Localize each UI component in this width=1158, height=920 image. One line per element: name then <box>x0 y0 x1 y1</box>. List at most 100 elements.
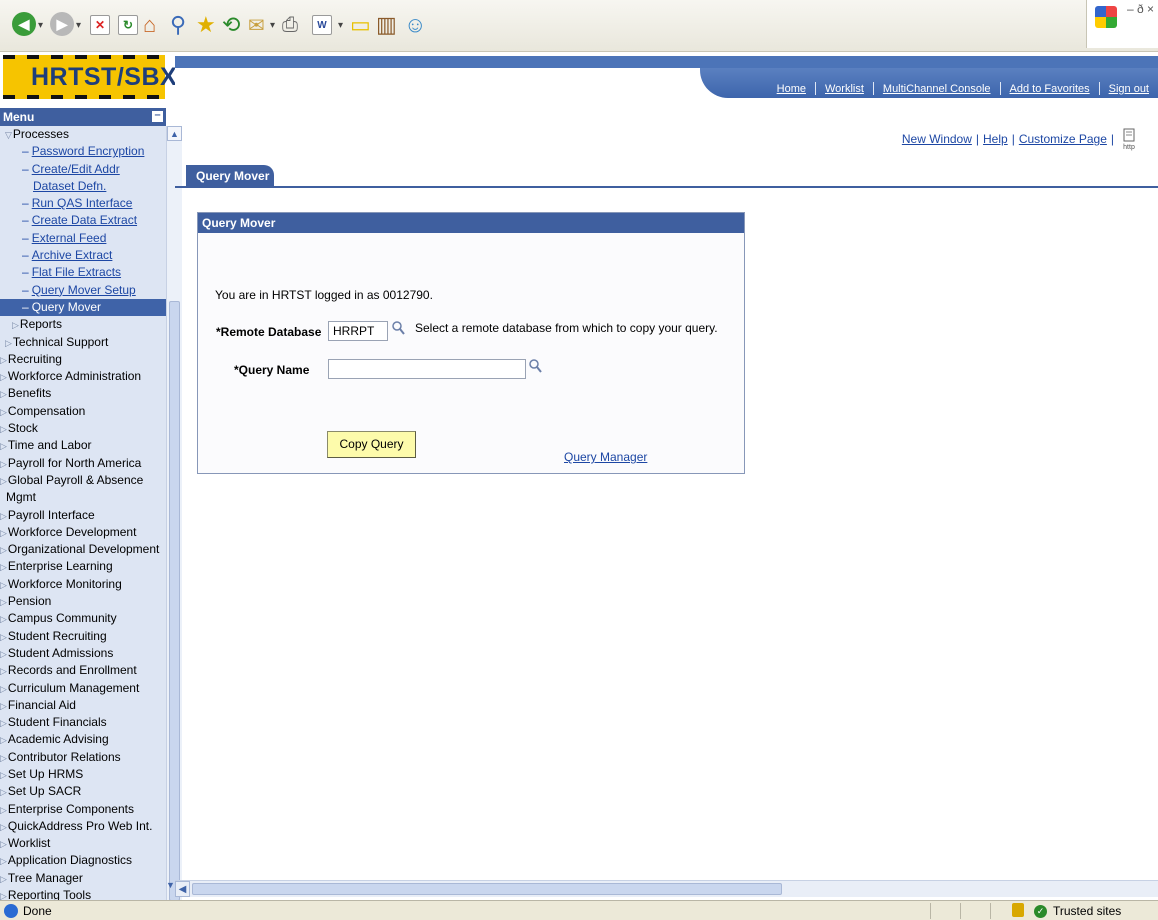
stop-icon[interactable]: ✕ <box>90 15 110 35</box>
menu-item[interactable]: ▷Payroll for North America <box>0 455 166 472</box>
menu-item[interactable]: ▽Processes <box>0 126 166 143</box>
menu-item[interactable]: ▷Academic Advising <box>0 731 166 748</box>
menu-item[interactable]: ▷Technical Support <box>0 334 166 351</box>
menu-item[interactable]: ▷Compensation <box>0 403 166 420</box>
collapsed-arrow-icon[interactable]: ▷ <box>0 528 7 538</box>
menu-item[interactable]: – External Feed <box>0 230 166 247</box>
menu-item[interactable]: ▷Stock <box>0 420 166 437</box>
home-link[interactable]: Home <box>768 83 815 95</box>
menu-item[interactable]: – Password Encryption <box>0 143 166 160</box>
menu-item[interactable]: ▷Pension <box>0 593 166 610</box>
menu-item[interactable]: ▷Set Up HRMS <box>0 766 166 783</box>
menu-item[interactable]: – Query Mover Setup <box>0 282 166 299</box>
horizontal-scroll-thumb[interactable] <box>192 883 782 895</box>
mail-icon[interactable]: ✉ <box>248 12 265 38</box>
menu-item[interactable]: ▷Student Admissions <box>0 645 166 662</box>
collapsed-arrow-icon[interactable]: ▷ <box>0 389 7 399</box>
collapsed-arrow-icon[interactable]: ▷ <box>0 511 7 521</box>
history-icon[interactable]: ⟲ <box>222 12 240 38</box>
collapsed-arrow-icon[interactable]: ▷ <box>0 424 7 434</box>
scroll-up-icon[interactable]: ▲ <box>167 126 182 141</box>
collapsed-arrow-icon[interactable]: ▷ <box>0 701 7 711</box>
horizontal-scrollbar[interactable]: ◀ <box>175 880 1158 897</box>
print-icon[interactable]: ⎙ <box>282 12 298 38</box>
sign-out-link[interactable]: Sign out <box>1100 83 1158 95</box>
collapsed-arrow-icon[interactable]: ▷ <box>12 320 19 330</box>
word-icon[interactable]: W <box>312 15 332 35</box>
menu-item[interactable]: – Create/Edit Addr <box>0 161 166 178</box>
collapsed-arrow-icon[interactable]: ▷ <box>0 580 7 590</box>
menu-item[interactable]: Dataset Defn. <box>0 178 166 195</box>
query-name-lookup-icon[interactable] <box>529 359 542 376</box>
menu-item[interactable]: ▷Time and Labor <box>0 437 166 454</box>
collapsed-arrow-icon[interactable]: ▷ <box>0 718 7 728</box>
window-controls[interactable]: – ð × <box>1127 2 1154 16</box>
menu-item[interactable]: ▷QuickAddress Pro Web Int. <box>0 818 166 835</box>
favorites-icon[interactable]: ★ <box>196 12 216 38</box>
collapsed-arrow-icon[interactable]: ▷ <box>0 355 7 365</box>
collapsed-arrow-icon[interactable]: ▷ <box>0 856 7 866</box>
copy-query-button[interactable]: Copy Query <box>327 431 416 458</box>
menu-item[interactable]: ▷Workforce Administration <box>0 368 166 385</box>
collapsed-arrow-icon[interactable]: ▷ <box>0 649 7 659</box>
menu-item[interactable]: ▷Curriculum Management <box>0 680 166 697</box>
collapsed-arrow-icon[interactable]: ▷ <box>0 770 7 780</box>
collapsed-arrow-icon[interactable]: ▷ <box>0 441 7 451</box>
query-name-input[interactable] <box>328 359 526 379</box>
menu-item[interactable]: Mgmt <box>0 489 166 506</box>
collapsed-arrow-icon[interactable]: ▷ <box>5 338 12 348</box>
menu-item[interactable]: ▷Financial Aid <box>0 697 166 714</box>
menu-item[interactable]: ▷Reports <box>0 316 166 333</box>
menu-item[interactable]: ▷Student Financials <box>0 714 166 731</box>
collapsed-arrow-icon[interactable]: ▷ <box>0 735 7 745</box>
menu-item[interactable]: ▷Global Payroll & Absence <box>0 472 166 489</box>
add-to-favorites-link[interactable]: Add to Favorites <box>1001 83 1099 95</box>
menu-scrollbar[interactable]: ▲ <box>166 126 182 901</box>
menu-item[interactable]: ▷Records and Enrollment <box>0 662 166 679</box>
menu-item[interactable]: ▷Reporting Tools <box>0 887 166 901</box>
menu-item[interactable]: ▷Benefits <box>0 385 166 402</box>
collapse-icon[interactable]: – <box>152 110 163 122</box>
collapsed-arrow-icon[interactable]: ▷ <box>0 459 7 469</box>
menu-item[interactable]: ▷Contributor Relations <box>0 749 166 766</box>
home-icon[interactable]: ⌂ <box>143 12 156 38</box>
back-icon[interactable]: ◀ <box>12 12 36 36</box>
menu-item[interactable]: ▷Enterprise Components <box>0 801 166 818</box>
collapsed-arrow-icon[interactable]: ▷ <box>0 614 7 624</box>
collapsed-arrow-icon[interactable]: ▷ <box>0 372 7 382</box>
collapsed-arrow-icon[interactable]: ▷ <box>0 476 7 486</box>
research-icon[interactable]: ▥ <box>376 12 397 38</box>
collapsed-arrow-icon[interactable]: ▷ <box>0 562 7 572</box>
forward-icon[interactable]: ▶ <box>50 12 74 36</box>
notes-icon[interactable]: ▭ <box>350 12 371 38</box>
menu-item[interactable]: ▷Payroll Interface <box>0 507 166 524</box>
tab-query-mover[interactable]: Query Mover <box>186 165 274 187</box>
remote-database-input[interactable]: HRRPT <box>328 321 388 341</box>
menu-item[interactable]: – Archive Extract <box>0 247 166 264</box>
multichannel-console-link[interactable]: MultiChannel Console <box>874 83 1000 95</box>
collapsed-arrow-icon[interactable]: ▷ <box>0 632 7 642</box>
edit-dropdown[interactable]: ▾ <box>338 12 343 38</box>
scroll-thumb[interactable] <box>169 301 180 901</box>
menu-item[interactable]: ▷Recruiting <box>0 351 166 368</box>
collapsed-arrow-icon[interactable]: ▷ <box>0 839 7 849</box>
refresh-icon[interactable]: ↻ <box>118 15 138 35</box>
remote-database-lookup-icon[interactable] <box>392 321 405 338</box>
collapsed-arrow-icon[interactable]: ▷ <box>0 666 7 676</box>
help-link[interactable]: Help <box>983 132 1008 146</box>
collapsed-arrow-icon[interactable]: ▷ <box>0 684 7 694</box>
menu-item[interactable]: – Flat File Extracts <box>0 264 166 281</box>
collapsed-arrow-icon[interactable]: ▷ <box>0 753 7 763</box>
menu-item[interactable]: ▷Application Diagnostics <box>0 852 166 869</box>
mail-dropdown[interactable]: ▾ <box>270 12 275 38</box>
search-icon[interactable]: ⚲ <box>170 12 186 38</box>
menu-item[interactable]: ▷Tree Manager <box>0 870 166 887</box>
menu-item[interactable]: ▷Set Up SACR <box>0 783 166 800</box>
scroll-down-icon[interactable]: ▼ <box>166 880 175 897</box>
collapsed-arrow-icon[interactable]: ▷ <box>0 874 7 884</box>
collapsed-arrow-icon[interactable]: ▷ <box>0 545 7 555</box>
worklist-link[interactable]: Worklist <box>816 83 873 95</box>
menu-item[interactable]: ▷Workforce Monitoring <box>0 576 166 593</box>
query-manager-link[interactable]: Query Manager <box>564 450 647 464</box>
collapsed-arrow-icon[interactable]: ▷ <box>0 597 7 607</box>
